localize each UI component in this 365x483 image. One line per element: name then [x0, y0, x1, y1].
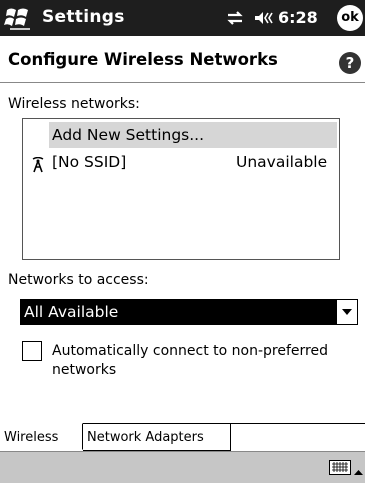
- list-item-no-ssid[interactable]: [No SSID] Unavailable: [23, 149, 339, 175]
- sip-up-arrow-icon[interactable]: [354, 462, 363, 475]
- volume-icon[interactable]: [254, 9, 274, 27]
- wireless-networks-list[interactable]: Add New Settings... [No SSID] Unavailabl…: [22, 118, 340, 260]
- auto-connect-label[interactable]: Automatically connect to non-preferred n…: [52, 342, 352, 380]
- antenna-icon: [31, 155, 45, 173]
- network-status: Unavailable: [236, 153, 328, 171]
- page-title: Configure Wireless Networks: [8, 50, 278, 69]
- app-title: Settings: [42, 7, 125, 27]
- help-icon[interactable]: ?: [339, 52, 361, 74]
- networks-to-access-label: Networks to access:: [8, 272, 149, 288]
- tab-wireless[interactable]: Wireless: [0, 423, 83, 450]
- page-header: Configure Wireless Networks ?: [0, 36, 365, 83]
- title-bar: Settings 6:28 ok: [0, 0, 365, 36]
- connectivity-icon[interactable]: [226, 9, 244, 27]
- windows-start-icon[interactable]: [4, 4, 34, 32]
- bottom-menu-bar: [0, 451, 365, 483]
- keyboard-icon[interactable]: [329, 460, 351, 475]
- dropdown-arrow-icon[interactable]: [336, 300, 357, 324]
- network-name: [No SSID]: [52, 153, 127, 171]
- wireless-networks-label: Wireless networks:: [8, 96, 140, 112]
- ok-button[interactable]: ok: [337, 5, 363, 31]
- list-item-add-new-settings[interactable]: Add New Settings...: [49, 122, 337, 148]
- list-item-label: Add New Settings...: [52, 126, 205, 144]
- tab-network-adapters[interactable]: Network Adapters: [83, 424, 231, 451]
- clock[interactable]: 6:28: [278, 8, 318, 27]
- auto-connect-checkbox[interactable]: [22, 341, 42, 361]
- tab-strip: Wireless Network Adapters: [0, 423, 365, 452]
- networks-to-access-dropdown[interactable]: All Available: [20, 299, 358, 325]
- dropdown-selected-value: All Available: [24, 303, 119, 321]
